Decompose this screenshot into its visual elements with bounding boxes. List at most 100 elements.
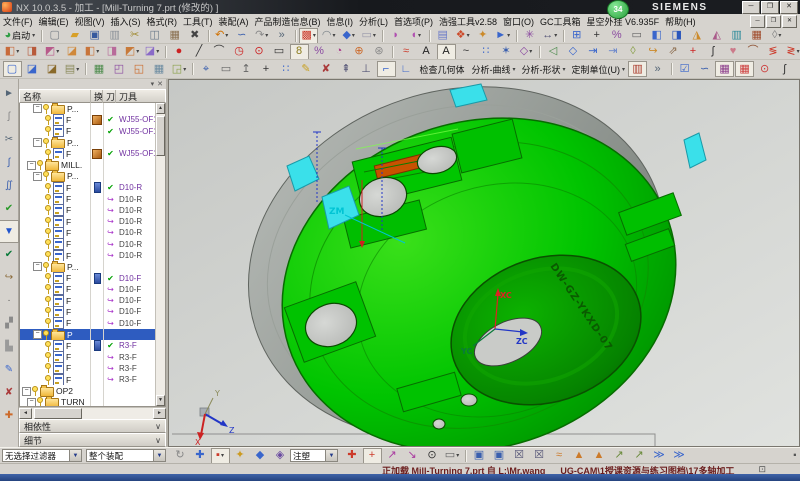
operation-row[interactable]: F↪D10-R (20, 227, 156, 238)
save-icon[interactable]: ▣ (85, 28, 104, 44)
shaded-view-icon[interactable]: ◆▾ (339, 28, 358, 44)
overflow-chevron2[interactable]: » (648, 61, 667, 77)
show-icon[interactable]: ▦ (150, 61, 169, 77)
close-button[interactable]: ✕ (780, 1, 798, 14)
snap-existing-icon[interactable]: ▣ (490, 448, 509, 464)
zigzag2-icon[interactable]: ≷▾ (784, 44, 800, 60)
normal-icon[interactable]: ↥ (237, 61, 256, 77)
show-hide-icon[interactable]: ▦ (90, 61, 109, 77)
back-view-icon[interactable]: ◧▾ (83, 44, 102, 60)
extend-icon[interactable]: ⇥ (584, 44, 603, 60)
csys-icon[interactable]: ❖▾ (453, 28, 472, 44)
machine-navigator-icon[interactable]: ↪ (0, 266, 19, 289)
operation-row[interactable]: F↪D10-F (20, 295, 156, 306)
rect-tool-icon[interactable]: ▭ (627, 28, 646, 44)
menu-file[interactable]: 文件(F) (0, 15, 36, 28)
ellipse-icon[interactable]: ◔ (330, 44, 349, 60)
assembly-navigator-icon[interactable]: ► (0, 82, 19, 105)
sphere-icon[interactable]: ● (170, 44, 189, 60)
section-curve-icon[interactable]: ʃ (704, 44, 723, 60)
cross-icon[interactable]: + (684, 44, 703, 60)
delete-object-icon[interactable]: ✘ (0, 381, 19, 404)
check-mate-icon[interactable]: ✔ (0, 243, 19, 266)
menu-insert[interactable]: 插入(S) (108, 15, 144, 28)
boolean-icon[interactable]: ▥ (727, 28, 746, 44)
cut-icon[interactable]: ✂ (125, 28, 144, 44)
text-icon[interactable]: A (417, 44, 436, 60)
details-section[interactable]: 细节 ∨ (19, 433, 166, 447)
left-view-icon[interactable]: ◩▾ (123, 44, 142, 60)
refresh-icon[interactable]: ↻ (171, 448, 190, 464)
elevate-icon[interactable]: ⇞ (337, 61, 356, 77)
custom-units-button[interactable]: 定制单位(U)▾ (569, 61, 628, 77)
measure-icon[interactable]: ↔▾ (540, 28, 559, 44)
menu-haoqiang-tools[interactable]: 浩强工具v2.58 (436, 15, 500, 28)
tree-vertical-scrollbar[interactable]: ▲ ▼ (155, 103, 165, 406)
grid-icon[interactable]: ∷ (277, 61, 296, 77)
expander-icon[interactable]: − (27, 398, 36, 406)
top-view-icon[interactable]: ◩▾ (43, 44, 62, 60)
xform-icon[interactable]: ✂ (0, 128, 19, 151)
star-select-icon[interactable]: ✦ (231, 448, 250, 464)
expander-icon[interactable]: − (33, 138, 42, 147)
edge-select-icon[interactable]: ▤▾ (63, 61, 82, 77)
perpendicular-icon[interactable]: ⊥ (357, 61, 376, 77)
expander-icon[interactable]: − (33, 104, 42, 113)
spline-icon[interactable]: 8 (290, 44, 309, 60)
window-next-icon[interactable]: ◖▾ (406, 28, 425, 44)
hide-icon[interactable]: ◲▾ (170, 61, 189, 77)
program-group-row[interactable]: −MILL. (20, 159, 156, 170)
note-icon[interactable]: A (437, 44, 456, 60)
create-operation-icon[interactable]: ✚ (0, 404, 19, 427)
annotate-icon[interactable]: ✎ (297, 61, 316, 77)
splitter-dots-icon[interactable]: · (0, 289, 19, 312)
immediate-hide-icon[interactable]: ◰ (110, 61, 129, 77)
pocket-icon[interactable]: ♥ (724, 44, 743, 60)
snap-curve-icon[interactable]: ≈ (550, 448, 569, 464)
plane-icon[interactable]: ▭ (217, 61, 236, 77)
navigator-column-header[interactable]: 名称 换 刀 刀具 (19, 89, 166, 103)
dynamic-wcs-icon[interactable]: ⌐ (377, 61, 396, 77)
face-select-icon[interactable]: ◪ (23, 61, 42, 77)
scroll-thumb[interactable] (156, 116, 165, 156)
helix-icon[interactable]: ⊛ (370, 44, 389, 60)
program-group-row[interactable]: −P (20, 329, 156, 340)
snap-tangent2-icon[interactable]: ↗ (630, 448, 649, 464)
tree-horizontal-scrollbar[interactable]: ◄ ► (19, 407, 166, 419)
operation-navigator-icon[interactable]: ▼ (0, 220, 19, 243)
menu-format[interactable]: 格式(R) (144, 15, 181, 28)
extend2-icon[interactable]: ⇥ (604, 44, 623, 60)
layout-icon[interactable]: ▩▾ (299, 28, 318, 44)
snap-center-icon[interactable]: ⊙ (423, 448, 442, 464)
hd3d-tools-icon[interactable]: ✔ (0, 197, 19, 220)
operation-row[interactable]: F✔D10-R (20, 182, 156, 193)
operation-row[interactable]: F↪D10-F (20, 284, 156, 295)
circle-point-icon[interactable]: ⊙ (250, 44, 269, 60)
invert-shown-icon[interactable]: ◱ (130, 61, 149, 77)
analysis-curve-button[interactable]: 分析-曲线▾ (469, 61, 518, 77)
expander-icon[interactable]: − (33, 262, 42, 271)
child-restore-button[interactable]: ❐ (766, 15, 781, 28)
menu-assemblies[interactable]: 装配(A) (216, 15, 252, 28)
operation-row[interactable]: F↪R3-F (20, 363, 156, 374)
operation-row[interactable]: F✔D10-F (20, 272, 156, 283)
studio-spline-icon[interactable]: ~ (457, 44, 476, 60)
layer-settings-icon[interactable]: ▤ (433, 28, 452, 44)
plus-icon[interactable]: + (587, 28, 606, 44)
front-view-icon[interactable]: ◨ (23, 44, 42, 60)
operation-row[interactable]: F↪D10-R (20, 239, 156, 250)
expander-icon[interactable]: − (27, 161, 36, 170)
target-icon[interactable]: ⊙ (755, 61, 774, 77)
line-icon[interactable]: ╱ (190, 44, 209, 60)
trim-icon[interactable]: ▦ (747, 28, 766, 44)
selection-filter-dropdown[interactable]: 无选择过滤器 ▼ (2, 449, 82, 462)
operation-row[interactable]: F↪D10-R (20, 250, 156, 261)
operation-row[interactable]: F✔R3-F (20, 340, 156, 351)
tool-library-icon[interactable]: ▞ (0, 312, 19, 335)
window-prev-icon[interactable]: ◗ (386, 28, 405, 44)
grid-analysis-icon[interactable]: ▩ (795, 61, 800, 77)
menu-window[interactable]: 窗口(O) (500, 15, 537, 28)
program-group-row[interactable]: −P... (20, 261, 156, 272)
gouge-check-icon[interactable]: ▦ (735, 61, 754, 77)
expander-icon[interactable]: − (33, 330, 42, 339)
